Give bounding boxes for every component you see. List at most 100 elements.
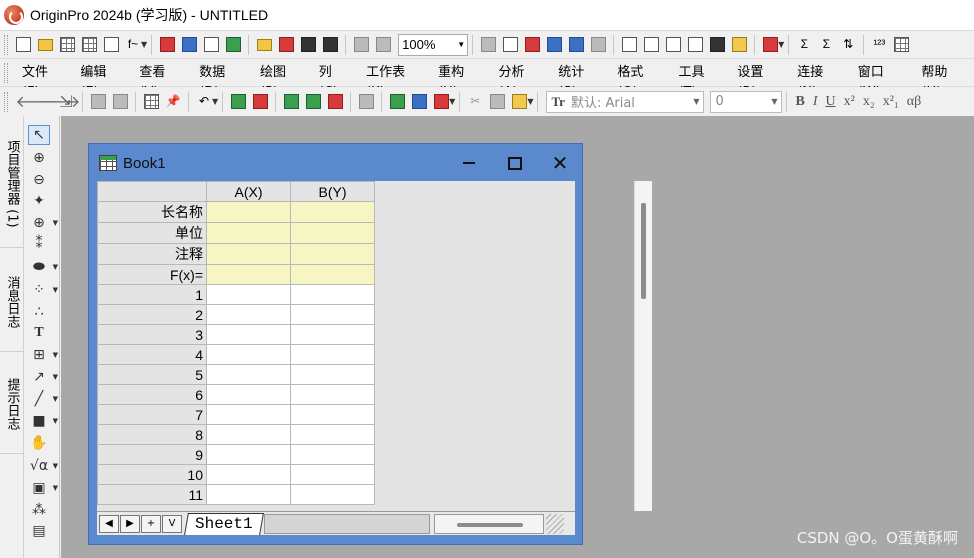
refresh-icon[interactable] <box>565 34 587 56</box>
row-header[interactable]: 10 <box>97 464 207 485</box>
cut-icon[interactable]: ✂ <box>464 91 486 113</box>
data-cell[interactable] <box>290 444 375 465</box>
layer-tool-icon[interactable]: ▤ <box>28 521 50 541</box>
export-icon[interactable] <box>430 91 452 113</box>
corner-cell[interactable] <box>97 181 207 202</box>
meta-cell[interactable] <box>290 264 375 285</box>
row-header[interactable]: 2 <box>97 304 207 325</box>
tab-sheet1[interactable]: Sheet1 <box>184 512 264 535</box>
pin-icon[interactable]: 📌 <box>162 91 184 113</box>
workbook-window[interactable]: Book1 ✕ A(X) B(Y) 长名称 单位 注释 F(x)= 1 2 3 4 5 6 7 8 9 1… <box>88 143 652 545</box>
open-icon[interactable] <box>253 34 275 56</box>
data-cell[interactable] <box>290 344 375 365</box>
prev-sheet-button[interactable]: ◀ <box>99 514 119 533</box>
data-cell[interactable] <box>290 384 375 405</box>
font-size-select[interactable]: 0 ▼ <box>710 90 783 113</box>
subscript-button[interactable]: x₂ <box>859 94 879 110</box>
duplicate-icon[interactable] <box>543 34 565 56</box>
insert-graph-tool-icon[interactable]: ▣ ▼ <box>28 478 58 498</box>
menu-view[interactable]: 查看(V) <box>131 63 191 100</box>
row-header[interactable]: 6 <box>97 384 207 405</box>
chevron-down-icon[interactable]: ▼ <box>767 97 781 106</box>
new-workbook-icon[interactable] <box>56 34 78 56</box>
data-cell[interactable] <box>206 464 291 485</box>
paste-icon[interactable] <box>508 91 530 113</box>
data-cell[interactable] <box>290 284 375 305</box>
data-cell[interactable] <box>206 304 291 325</box>
menu-reshape[interactable]: 重构(U) <box>430 63 490 100</box>
add-sheet-button[interactable]: + <box>141 514 161 533</box>
menubar-grip[interactable] <box>4 62 8 83</box>
project-explorer-toggle-icon[interactable] <box>618 34 640 56</box>
supersubscript-button[interactable]: x²₁ <box>879 94 903 110</box>
font-select[interactable]: Tr 默认: Arial ▼ <box>546 90 705 113</box>
set-values-icon[interactable]: ¹²³ <box>868 34 890 56</box>
toolbar-grip[interactable] <box>4 34 8 55</box>
data-cell[interactable] <box>290 324 375 345</box>
print-icon[interactable] <box>477 34 499 56</box>
meta-cell[interactable] <box>290 222 375 244</box>
data-cell[interactable] <box>206 484 291 505</box>
data-cell[interactable] <box>290 364 375 385</box>
forward-arrow-icon[interactable]: 🡒 <box>34 91 81 113</box>
fill-column-icon[interactable] <box>890 34 912 56</box>
zoom-select[interactable]: 100% ▼ <box>398 33 469 56</box>
chevron-down-icon[interactable]: ▼ <box>455 35 467 55</box>
copy-page-icon[interactable] <box>355 91 377 113</box>
next-sheet-button[interactable]: ▶ <box>120 514 140 533</box>
menu-column[interactable]: 列(C) <box>311 63 358 100</box>
copy-icon[interactable] <box>486 91 508 113</box>
data-cell[interactable] <box>206 424 291 445</box>
sort-icon[interactable]: ⇅ <box>837 34 859 56</box>
connector-icon[interactable] <box>386 91 408 113</box>
globe-icon[interactable] <box>408 91 430 113</box>
row-header[interactable]: 1 <box>97 284 207 305</box>
add-layer-icon[interactable] <box>87 91 109 113</box>
menu-window[interactable]: 窗口(W) <box>850 63 914 100</box>
screen-reader-tool-icon[interactable]: ✦ <box>28 191 50 211</box>
tab-messages-log[interactable]: 消息日志 <box>0 252 24 352</box>
data-cell[interactable] <box>206 344 291 365</box>
arrow-tool-icon[interactable]: ↗ ▼ <box>28 367 58 387</box>
code-builder-icon[interactable] <box>684 34 706 56</box>
row-header[interactable]: 3 <box>97 324 207 345</box>
underline-button[interactable]: U <box>821 94 839 110</box>
back-arrow-icon[interactable]: 🡐 <box>12 91 59 113</box>
menu-file[interactable]: 文件(F) <box>12 63 72 100</box>
row-header[interactable]: 单位 <box>97 222 207 244</box>
results-log-icon[interactable] <box>640 34 662 56</box>
data-reader-tool-icon[interactable]: ⊕ ▼ <box>28 213 58 233</box>
menu-tools[interactable]: 工具(T) <box>670 63 729 100</box>
zoom-in-tool-icon[interactable]: ⊕ <box>28 148 50 168</box>
command-window-icon[interactable] <box>706 34 728 56</box>
menu-format[interactable]: 格式(O) <box>609 63 670 100</box>
recalculate-icon[interactable] <box>350 34 372 56</box>
save-window-icon[interactable] <box>319 34 341 56</box>
meta-cell[interactable] <box>206 222 291 244</box>
pointer-tool-icon[interactable]: ↖ <box>28 125 50 145</box>
stats-icon[interactable]: Σ <box>815 34 837 56</box>
script-window-icon[interactable] <box>662 34 684 56</box>
menu-statistics[interactable]: 统计(S) <box>550 63 609 100</box>
mask-tool-icon[interactable]: ⬬ ▼ <box>28 257 58 277</box>
sheet-list-button[interactable]: V <box>162 514 182 533</box>
scrollbar-thumb[interactable] <box>641 203 646 299</box>
data-cell[interactable] <box>290 484 375 505</box>
line-tool-icon[interactable]: ╱ ▼ <box>28 389 58 409</box>
menu-analysis[interactable]: 分析(A) <box>490 63 550 100</box>
menu-help[interactable]: 帮助(H) <box>913 63 974 100</box>
arrange-icon[interactable] <box>109 91 131 113</box>
italic-button[interactable]: I <box>809 94 822 110</box>
rectangle-tool-icon[interactable]: ■ ▼ <box>28 411 58 431</box>
data-cell[interactable] <box>290 304 375 325</box>
greek-button[interactable]: αβ <box>903 94 925 110</box>
new-excel-icon[interactable] <box>222 34 244 56</box>
equation-tool-icon[interactable]: √α ▼ <box>28 456 58 476</box>
menu-settings[interactable]: 设置(R) <box>729 63 789 100</box>
project-explorer-icon[interactable] <box>587 34 609 56</box>
superscript-button[interactable]: x² <box>840 94 859 110</box>
save-project-icon[interactable] <box>297 34 319 56</box>
resize-grip-icon[interactable] <box>545 513 564 534</box>
meta-cell[interactable] <box>290 243 375 265</box>
import-database-icon[interactable] <box>324 91 346 113</box>
